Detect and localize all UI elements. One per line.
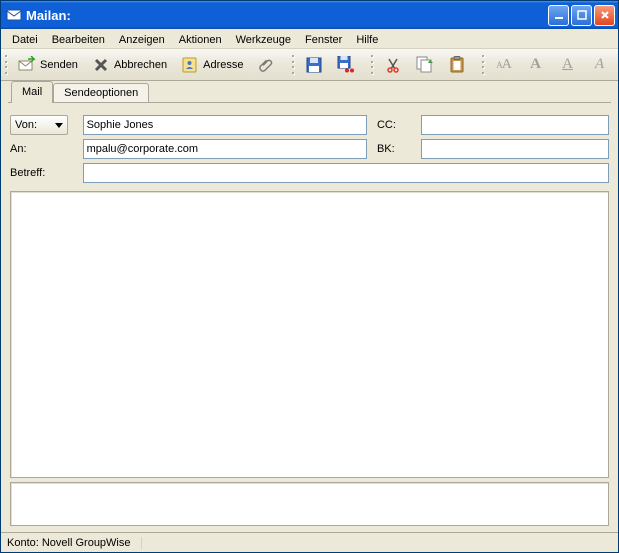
compose-window: Mailan: Datei Bearbeiten Anzeigen Aktion… [0,0,619,553]
subject-field[interactable] [83,163,609,183]
minimize-button[interactable] [548,5,569,26]
menu-anzeigen[interactable]: Anzeigen [112,32,172,48]
floppy-icon [305,56,323,74]
cc-field[interactable] [421,115,609,135]
toolbar-grip [482,54,484,76]
font-size-icon: AA [495,56,513,74]
tab-sendeoptionen-label: Sendeoptionen [64,87,138,99]
save-extra-button[interactable] [331,52,361,78]
bk-field[interactable] [421,139,609,159]
toolbar: Senden Abbrechen Adresse [1,49,618,81]
to-label: An: [10,143,27,155]
cancel-icon [92,56,110,74]
send-icon [18,56,36,74]
bold-button[interactable]: A [521,52,551,78]
paperclip-icon [258,56,276,74]
message-body[interactable] [10,191,609,478]
cancel-button[interactable]: Abbrechen [86,52,173,78]
menu-datei[interactable]: Datei [5,32,45,48]
clipboard-icon [448,56,466,74]
titlebar: Mailan: [1,1,618,29]
chevron-down-icon [55,123,63,128]
toolbar-grip [5,54,7,76]
menu-fenster[interactable]: Fenster [298,32,349,48]
address-label: Adresse [203,59,243,71]
cut-button[interactable] [378,52,408,78]
address-button[interactable]: Adresse [175,52,249,78]
tab-mail-label: Mail [22,86,42,98]
send-button[interactable]: Senden [12,52,84,78]
font-size-button[interactable]: AA [489,52,519,78]
to-field[interactable] [83,139,367,159]
status-account: Konto: Novell GroupWise [7,537,142,549]
toolbar-grip [371,54,373,76]
attach-button[interactable] [252,52,282,78]
subject-label: Betreff: [10,167,45,179]
tab-strip: Mail Sendeoptionen [1,81,618,103]
italic-icon: A [591,56,609,74]
floppy-dots-icon [337,56,355,74]
address-book-icon [181,56,199,74]
toolbar-grip [292,54,294,76]
app-icon [6,7,22,23]
save-button[interactable] [299,52,329,78]
tab-mail[interactable]: Mail [11,81,53,102]
copy-icon [416,56,434,74]
status-bar: Konto: Novell GroupWise [1,532,618,552]
menu-werkzeuge[interactable]: Werkzeuge [229,32,298,48]
copy-button[interactable] [410,52,440,78]
close-button[interactable] [594,5,615,26]
from-field[interactable] [83,115,367,135]
paste-button[interactable] [442,52,472,78]
menu-bar: Datei Bearbeiten Anzeigen Aktionen Werkz… [1,29,618,49]
menu-bearbeiten[interactable]: Bearbeiten [45,32,112,48]
maximize-button[interactable] [571,5,592,26]
from-dropdown[interactable]: Von: [10,115,68,135]
menu-hilfe[interactable]: Hilfe [349,32,385,48]
tab-sendeoptionen[interactable]: Sendeoptionen [53,83,149,102]
send-label: Senden [40,59,78,71]
underline-icon: A [559,56,577,74]
attachment-area[interactable] [10,482,609,526]
scissors-icon [384,56,402,74]
cc-label: CC: [377,119,396,131]
italic-button[interactable]: A [585,52,615,78]
menu-aktionen[interactable]: Aktionen [172,32,229,48]
from-label: Von: [15,119,37,131]
bk-label: BK: [377,143,395,155]
cancel-label: Abbrechen [114,59,167,71]
bold-icon: A [527,56,545,74]
window-title: Mailan: [26,8,548,23]
underline-button[interactable]: A [553,52,583,78]
header-form: Von: CC: An: BK: Betreff: [1,103,618,191]
